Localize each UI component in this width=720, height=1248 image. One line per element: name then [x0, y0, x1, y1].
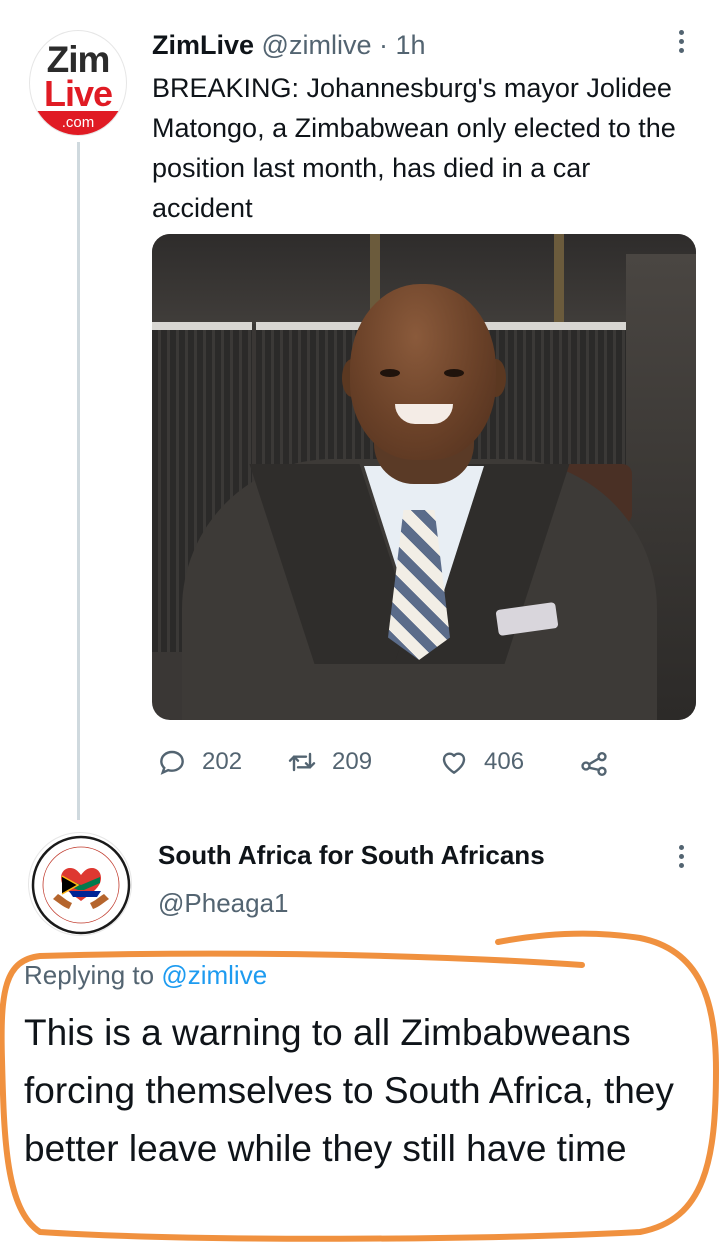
header-separator: ·: [371, 30, 396, 60]
avatar-logo-line1: Zim: [46, 39, 111, 80]
retweet-icon: [288, 752, 316, 772]
avatar-logo-line3: .com: [30, 111, 126, 135]
reply-author-handle[interactable]: @Pheaga1: [158, 888, 289, 919]
share-button[interactable]: [578, 742, 624, 782]
author-name[interactable]: ZimLive: [152, 30, 254, 60]
tweet-zimlive[interactable]: Zim Live .com ZimLive @zimlive · 1h BREA…: [0, 0, 720, 820]
tweet-time[interactable]: 1h: [395, 30, 425, 60]
reply-icon: [160, 750, 184, 775]
reply-count: 202: [202, 748, 243, 775]
south-africa-logo-icon: [31, 835, 131, 935]
like-icon: [442, 752, 466, 774]
tweet-photo[interactable]: [152, 234, 696, 720]
author-handle[interactable]: @zimlive: [262, 30, 372, 60]
avatar-logo-line2: Live: [43, 73, 113, 114]
retweet-count: 209: [332, 748, 373, 775]
retweet-button[interactable]: 209: [286, 742, 372, 782]
replying-to-prefix: Replying to: [24, 960, 162, 990]
tweet-header: ZimLive @zimlive · 1h: [152, 30, 426, 60]
reply-author-name[interactable]: South Africa for South Africans: [158, 840, 545, 871]
thread-line: [77, 142, 80, 820]
tweet-actions: 202 209 406: [152, 742, 632, 782]
like-count: 406: [484, 748, 525, 775]
tweet-text: BREAKING: Johannesburg's mayor Jolidee M…: [152, 73, 676, 223]
reply-button[interactable]: 202: [156, 742, 242, 782]
share-icon: [581, 752, 607, 776]
like-button[interactable]: 406: [438, 742, 524, 782]
more-icon[interactable]: [676, 30, 686, 60]
replying-to-link[interactable]: @zimlive: [161, 960, 267, 990]
avatar-zimlive[interactable]: Zim Live .com: [29, 30, 127, 136]
more-icon[interactable]: [676, 845, 686, 875]
replying-to-line: Replying to @zimlive: [24, 960, 267, 991]
avatar-pheaga1[interactable]: [28, 832, 132, 936]
reply-text: This is a warning to all Zimbabweans for…: [24, 1012, 674, 1169]
